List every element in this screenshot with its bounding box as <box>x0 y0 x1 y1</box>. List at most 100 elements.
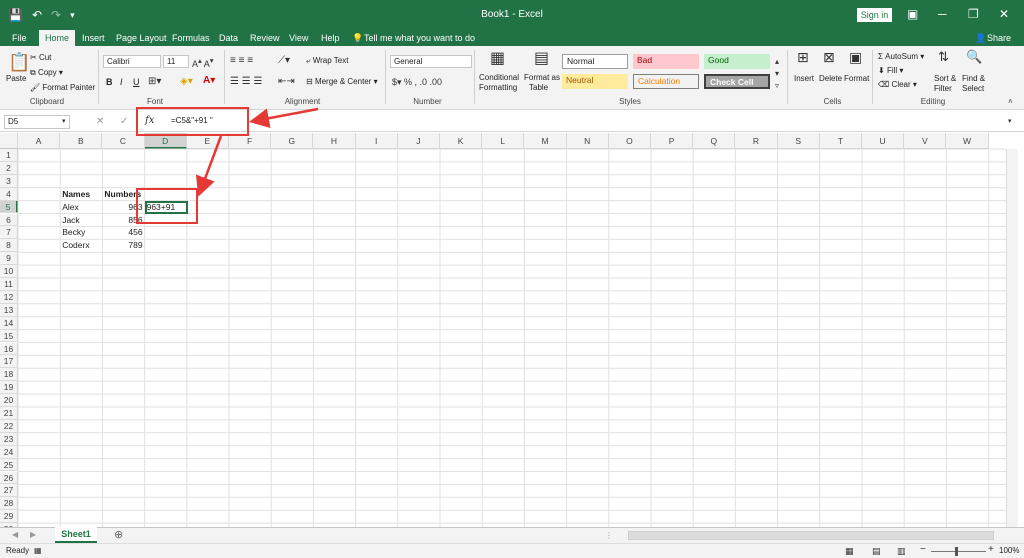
horizontal-scrollbar[interactable] <box>628 531 994 540</box>
delete-cells-button[interactable]: Delete <box>819 74 842 83</box>
zoom-level[interactable]: 100% <box>999 546 1019 555</box>
zoom-out-icon[interactable]: − <box>920 544 926 556</box>
clear-button[interactable]: ⌫ Clear ▾ <box>878 80 917 89</box>
vertical-scrollbar[interactable] <box>1006 149 1018 527</box>
left-align-icon[interactable]: ☰ ☰ ☰ <box>230 76 262 88</box>
name-box[interactable]: D5 <box>4 115 70 129</box>
tab-view[interactable]: View <box>289 32 308 44</box>
share-button[interactable]: Share <box>987 32 1011 44</box>
cell-c4[interactable]: Numbers <box>104 188 146 201</box>
sort-filter-icon[interactable]: ⇅ <box>938 50 949 63</box>
worksheet-grid[interactable]: ABCDEFGHIJKLMNOPQRSTUVW 1 2 3 4 5 6 7 8 9 10 11 12 1… <box>0 133 1024 527</box>
zoom-slider-thumb[interactable] <box>955 547 958 556</box>
cell-b5[interactable]: Alex <box>62 201 104 214</box>
style-neutral[interactable]: Neutral <box>562 74 628 89</box>
tab-home[interactable]: Home <box>39 30 76 46</box>
table-label[interactable]: Table <box>529 83 548 92</box>
style-bad[interactable]: Bad <box>633 54 699 69</box>
cell-b7[interactable]: Becky <box>62 226 104 239</box>
cell-b6[interactable]: Jack <box>62 214 104 227</box>
bold-button[interactable]: B <box>106 77 113 87</box>
borders-icon[interactable]: ⊞▾ <box>148 76 161 88</box>
style-check-cell[interactable]: Check Cell <box>704 74 770 89</box>
style-good[interactable]: Good <box>704 54 770 69</box>
expand-formula-bar-icon[interactable]: ▾ <box>1008 116 1012 128</box>
format-cells-button[interactable]: Format <box>844 74 869 83</box>
macro-record-icon[interactable]: ▦ <box>34 545 42 557</box>
format-painter-button[interactable]: 🖌 Format Painter <box>30 83 95 92</box>
normal-view-icon[interactable]: ▦ <box>845 545 854 557</box>
sheet-tab-sheet1[interactable]: Sheet1 <box>55 527 97 543</box>
new-sheet-icon[interactable]: ⊕ <box>114 529 123 541</box>
cell-c7[interactable]: 456 <box>102 226 144 239</box>
tab-review[interactable]: Review <box>250 32 280 44</box>
name-box-dropdown-icon[interactable]: ▾ <box>62 116 66 128</box>
accounting-format-icon[interactable]: $▾ % , .0 .00 <box>392 76 442 88</box>
zoom-in-icon[interactable]: + <box>988 544 994 556</box>
page-break-view-icon[interactable]: ▥ <box>897 545 906 557</box>
collapse-ribbon-icon[interactable]: ˄ <box>1008 96 1013 108</box>
ribbon-display-icon[interactable]: ▣ <box>907 7 918 21</box>
paste-icon[interactable]: 📋 <box>8 52 30 72</box>
insert-cells-icon[interactable]: ⊞ <box>797 50 809 64</box>
format-as-table-icon[interactable]: ▤ <box>534 50 549 68</box>
number-format-dropdown[interactable]: General <box>390 55 472 68</box>
font-color-icon[interactable]: A▾ <box>203 75 215 87</box>
prev-sheet-icon[interactable]: ◀ <box>12 529 18 541</box>
italic-button[interactable]: I <box>120 77 123 87</box>
orientation-icon[interactable]: ⟋▾ <box>278 55 290 67</box>
format-cells-icon[interactable]: ▣ <box>849 50 862 64</box>
insert-cells-button[interactable]: Insert <box>794 74 814 83</box>
style-normal[interactable]: Normal <box>562 54 628 69</box>
minimize-icon[interactable]: ─ <box>938 7 947 21</box>
fill-color-icon[interactable]: ◈▾ <box>180 76 193 88</box>
cell-b8[interactable]: Coderx <box>62 239 104 252</box>
formatting-label[interactable]: Formatting <box>479 83 517 92</box>
close-icon[interactable]: ✕ <box>999 7 1009 21</box>
cell-b4[interactable]: Names <box>62 188 104 201</box>
tab-split-icon[interactable]: ⋮ <box>605 530 613 542</box>
sort-label[interactable]: Sort & <box>934 74 956 83</box>
underline-button[interactable]: U <box>133 77 140 87</box>
copy-button[interactable]: ⧉ Copy ▾ <box>30 68 63 78</box>
select-label[interactable]: Select <box>962 84 984 93</box>
delete-cells-icon[interactable]: ⊠ <box>823 50 835 64</box>
styles-scroll-icon[interactable]: ▴ ▾ ▿ <box>775 56 779 92</box>
paste-button[interactable]: Paste <box>6 74 26 83</box>
cell-c6[interactable]: 856 <box>102 214 144 227</box>
merge-center-button[interactable]: ⊟ Merge & Center ▾ <box>306 77 378 86</box>
tab-insert[interactable]: Insert <box>82 32 105 44</box>
cancel-entry-icon[interactable]: ✕ <box>96 116 104 128</box>
tab-help[interactable]: Help <box>321 32 340 44</box>
sign-in-button[interactable]: Sign in <box>857 8 892 22</box>
find-label[interactable]: Find & <box>962 74 985 83</box>
font-name-dropdown[interactable]: Calibri <box>103 55 161 68</box>
find-icon[interactable]: 🔍 <box>966 50 982 63</box>
format-as-label[interactable]: Format as <box>524 73 560 82</box>
formula-input[interactable]: =C5&"+91 " <box>168 115 1014 129</box>
share-icon[interactable]: 👤 <box>975 32 986 44</box>
cell-c5[interactable]: 963 <box>102 201 144 214</box>
filter-label[interactable]: Filter <box>934 84 952 93</box>
zoom-slider[interactable] <box>931 551 986 552</box>
style-calculation[interactable]: Calculation <box>633 74 699 89</box>
grow-font-icon[interactable]: A▴ A▾ <box>192 55 214 70</box>
top-align-icon[interactable]: ≡ ≡ ≡ <box>230 55 253 67</box>
tab-data[interactable]: Data <box>219 32 238 44</box>
conditional-formatting-icon[interactable]: ▦ <box>490 50 505 68</box>
indent-icon[interactable]: ⇤⇥ <box>278 76 295 88</box>
wrap-text-button[interactable]: ⤶ Wrap Text <box>306 56 348 66</box>
restore-icon[interactable]: ❐ <box>968 7 979 21</box>
confirm-entry-icon[interactable]: ✓ <box>120 116 128 128</box>
tab-page-layout[interactable]: Page Layout <box>116 32 167 44</box>
insert-function-button[interactable]: fx <box>145 115 154 127</box>
cell-c8[interactable]: 789 <box>102 239 144 252</box>
page-layout-view-icon[interactable]: ▤ <box>872 545 881 557</box>
tab-file[interactable]: File <box>12 32 27 44</box>
next-sheet-icon[interactable]: ▶ <box>30 529 36 541</box>
font-size-dropdown[interactable]: 11 <box>163 55 189 68</box>
fill-button[interactable]: ⬇ Fill ▾ <box>878 66 903 75</box>
conditional-formatting-label[interactable]: Conditional <box>479 73 519 82</box>
tell-me-search[interactable]: Tell me what you want to do <box>364 32 475 44</box>
autosum-button[interactable]: Σ AutoSum ▾ <box>878 52 924 61</box>
